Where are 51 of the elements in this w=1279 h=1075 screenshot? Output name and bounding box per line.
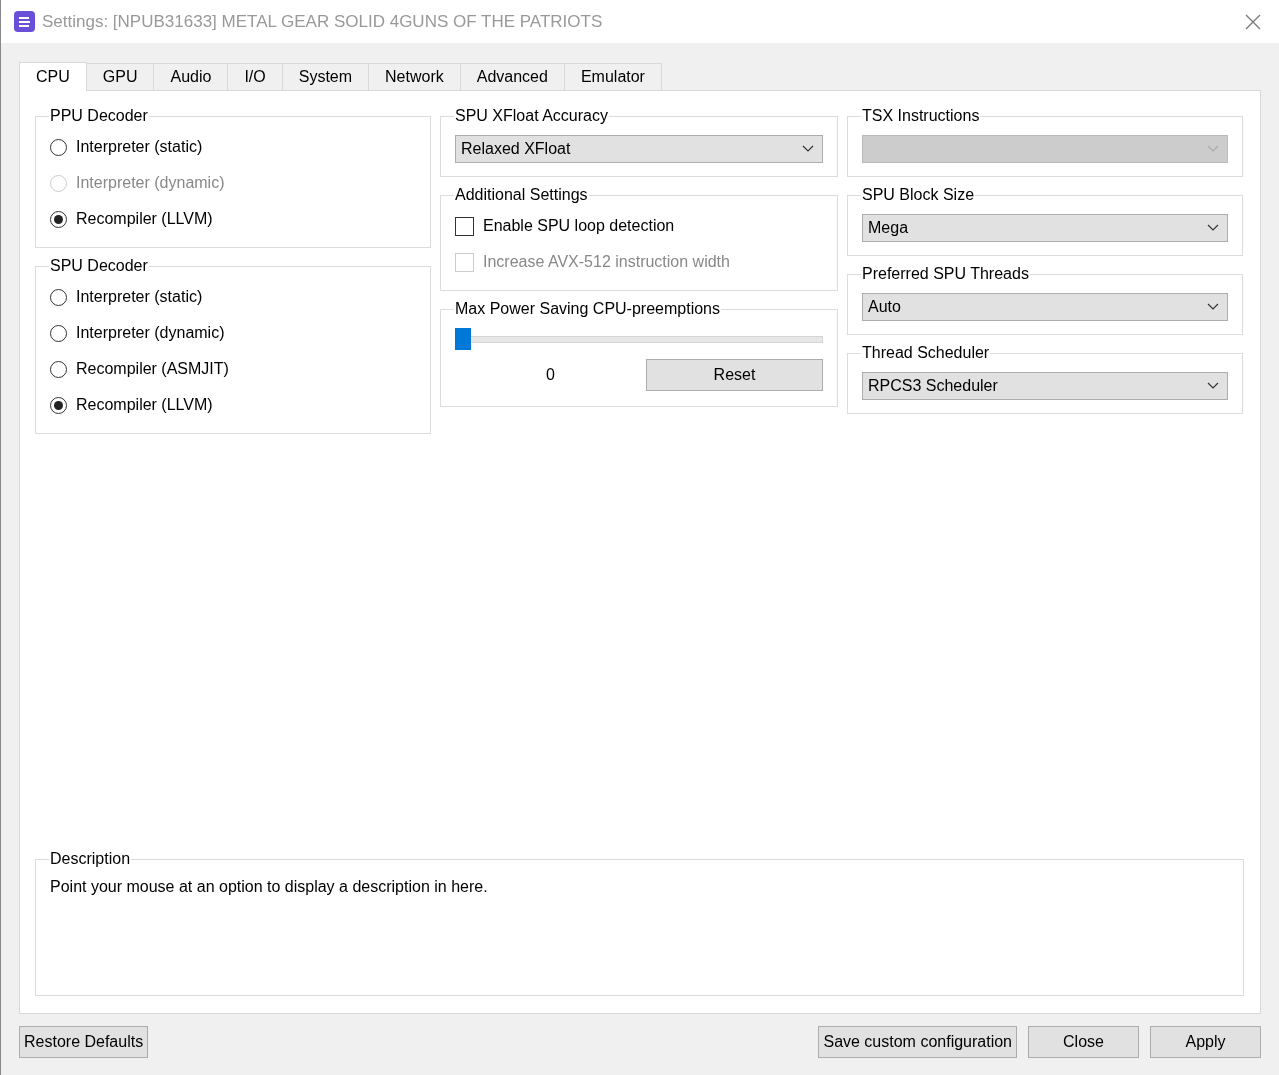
dropdown-value: Auto: [868, 298, 901, 316]
dropdown[interactable]: Auto: [862, 293, 1228, 321]
dropdown[interactable]: Relaxed XFloat: [455, 135, 823, 163]
dropdown[interactable]: Mega: [862, 214, 1228, 242]
window-title: Settings: [NPUB31633] METAL GEAR SOLID 4GUNS OF THE PATRIOTS: [42, 11, 604, 32]
group-title: Additional Settings: [454, 186, 589, 204]
group-title: TSX Instructions: [861, 107, 981, 125]
caret-icon: [1207, 224, 1219, 232]
group-title: Preferred SPU Threads: [861, 265, 1030, 283]
radio-label[interactable]: Interpreter (dynamic): [76, 324, 225, 342]
group-title: Description: [49, 850, 132, 868]
dropdown-value: Relaxed XFloat: [461, 140, 571, 158]
restore-defaults-button[interactable]: Restore Defaults: [19, 1026, 149, 1058]
reset-button[interactable]: Reset: [646, 359, 823, 391]
radio-button[interactable]: [50, 396, 67, 414]
slider-value: 0: [545, 366, 556, 384]
app-icon: [13, 10, 36, 33]
radio-button[interactable]: [50, 324, 67, 342]
checkbox[interactable]: [455, 216, 474, 236]
caret-icon: [1207, 303, 1219, 311]
caret-icon: [1207, 145, 1219, 153]
radio-label[interactable]: Interpreter (static): [76, 138, 203, 156]
radio-button[interactable]: [50, 360, 67, 378]
close-icon[interactable]: [1245, 13, 1261, 30]
radio-label[interactable]: Recompiler (ASMJIT): [76, 360, 229, 378]
dropdown-value: Mega: [868, 219, 909, 237]
tab[interactable]: CPU: [19, 62, 87, 91]
checkbox-label[interactable]: Enable SPU loop detection: [483, 217, 675, 235]
slider[interactable]: [455, 328, 823, 350]
dialog-button[interactable]: Apply: [1150, 1026, 1261, 1058]
radio-button[interactable]: [50, 210, 67, 228]
dropdown[interactable]: RPCS3 Scheduler: [862, 372, 1228, 400]
group-title: SPU Block Size: [861, 186, 976, 204]
radio-button[interactable]: [50, 138, 67, 156]
dialog-button[interactable]: Save custom configuration: [818, 1026, 1017, 1058]
dialog-button[interactable]: Close: [1028, 1026, 1139, 1058]
group-title: Thread Scheduler: [861, 344, 991, 362]
tab[interactable]: Emulator: [563, 63, 662, 90]
radio-label[interactable]: Recompiler (LLVM): [76, 210, 213, 228]
group-title: PPU Decoder: [49, 107, 149, 125]
dropdown-value: RPCS3 Scheduler: [868, 377, 998, 395]
radio-button[interactable]: [50, 288, 67, 306]
radio-label[interactable]: Interpreter (static): [76, 288, 203, 306]
group-title: Max Power Saving CPU-preemptions: [454, 300, 721, 318]
radio-label[interactable]: Recompiler (LLVM): [76, 396, 213, 414]
group-title: SPU XFloat Accuracy: [454, 107, 609, 125]
slider-thumb[interactable]: [455, 328, 471, 350]
caret-icon: [802, 145, 814, 153]
group-title: SPU Decoder: [49, 257, 149, 275]
description-text: Point your mouse at an option to display a description in here.: [50, 878, 489, 896]
caret-icon: [1207, 382, 1219, 390]
